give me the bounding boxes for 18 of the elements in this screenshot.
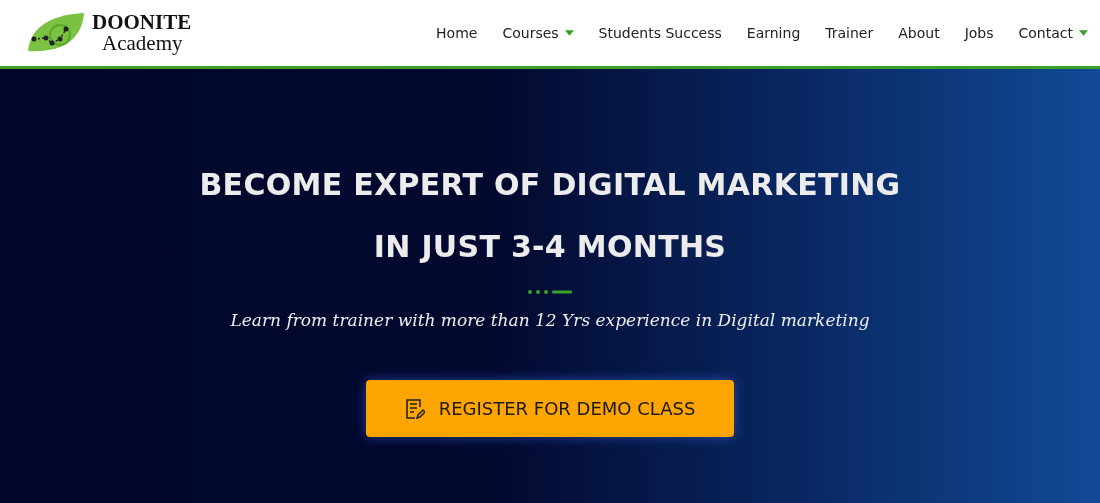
nav-link[interactable]: Students Success [598,25,722,41]
nav-link[interactable]: Home [436,25,478,41]
nav-link[interactable]: Jobs [964,25,994,41]
caret-icon [564,30,574,36]
logo-subtitle: Academy [101,33,184,54]
logo-name: DOONITE [92,12,192,33]
hero-headline: BECOME EXPERT OF DIGITAL MARKETING [199,166,901,204]
nav-link[interactable]: Earning [746,25,801,41]
hero-subtitle: Learn from trainer with more than 12 Yrs experience in Digital marketing [230,310,870,330]
nav-link[interactable]: About [898,25,940,41]
nav-link[interactable]: Courses [502,25,574,41]
nav-link[interactable]: Trainer [825,25,874,41]
divider-dots-icon [528,290,572,294]
register-button[interactable]: REGISTER FOR DEMO CLASS [366,380,734,437]
hero-headline: IN JUST 3-4 MONTHS [373,228,727,266]
form-edit-icon [404,397,425,420]
nav-link[interactable]: Contact [1018,25,1088,41]
caret-icon [1079,30,1088,36]
